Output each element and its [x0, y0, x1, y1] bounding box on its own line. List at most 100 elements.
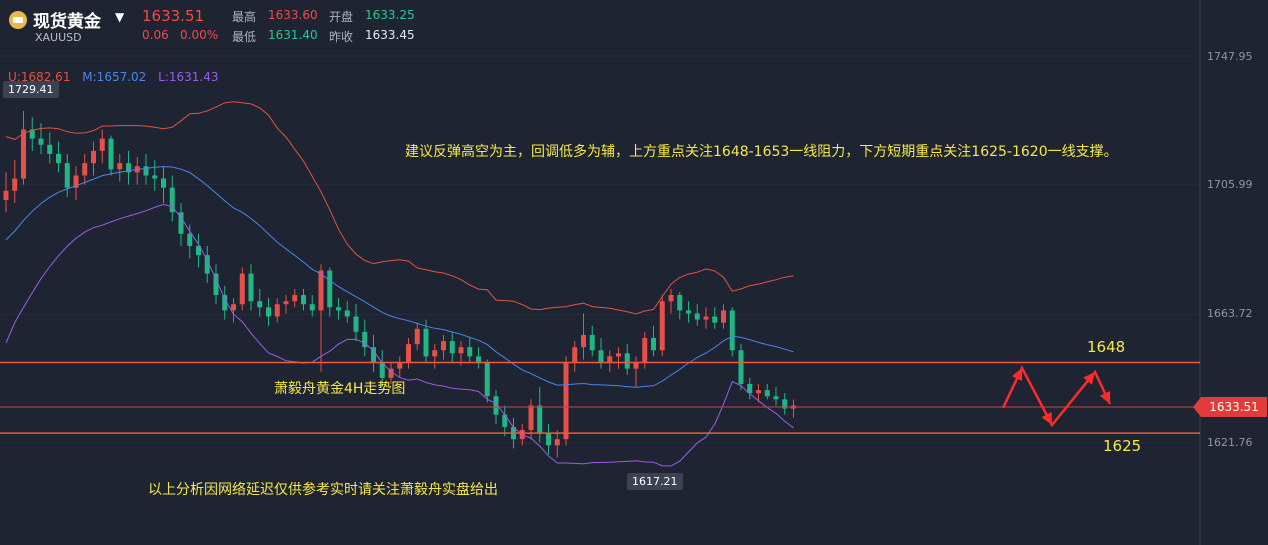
candle-body — [397, 362, 403, 369]
high-value: 1633.60 — [268, 8, 318, 22]
candle-body — [344, 310, 350, 317]
y-tick-label: 1621.76 — [1207, 436, 1253, 449]
current-price-tag: 1633.51 — [1193, 397, 1267, 417]
candle-body — [738, 350, 744, 384]
candle-body — [554, 439, 560, 446]
candle-body — [677, 295, 683, 311]
candle-body — [432, 350, 438, 357]
candle-body — [659, 301, 665, 351]
candle-body — [598, 350, 604, 363]
candle-body — [624, 353, 630, 369]
candle-body — [3, 190, 9, 200]
price-change-percent: 0.00% — [180, 28, 219, 42]
candle-body — [187, 233, 193, 246]
candle-body — [353, 316, 359, 332]
lower-band-value: L:1631.43 — [158, 70, 219, 84]
candle-body — [764, 390, 770, 397]
level-1625-label: 1625 — [1103, 437, 1142, 455]
candle-body — [449, 341, 455, 354]
candle-body — [712, 316, 718, 323]
high-label: 最高 — [232, 10, 257, 24]
disclaimer-note: 以上分析因网络延迟仅供参考实时请关注萧毅舟实盘给出 — [148, 482, 498, 498]
candle-body — [651, 337, 656, 351]
candle-body — [467, 347, 473, 357]
low-value: 1631.40 — [268, 28, 318, 42]
chart-name-note: 萧毅舟黄金4H走势图 — [274, 381, 406, 397]
bollinger-upper-band — [5, 101, 794, 315]
candle-body — [563, 362, 569, 440]
candle-body — [406, 344, 411, 363]
candle-body — [572, 347, 578, 363]
candle-body — [257, 301, 263, 308]
instrument-name[interactable]: 现货黄金 — [33, 7, 101, 32]
candle-body — [327, 270, 333, 308]
level-1648-label: 1648 — [1087, 338, 1126, 356]
chevron-down-icon[interactable]: ▼ — [115, 10, 124, 24]
candle-body — [546, 433, 551, 446]
price-change: 0.06 — [142, 28, 169, 42]
candle-body — [414, 328, 420, 345]
candle-body — [231, 304, 236, 311]
candle-body — [82, 163, 88, 176]
y-tick-label: 1705.99 — [1207, 178, 1253, 191]
strategy-note: 建议反弹高空为主，回调低多为辅，上方重点关注1648-1653一线阻力，下方短期… — [405, 144, 1118, 160]
candle-body — [248, 273, 254, 302]
low-label: 最低 — [232, 30, 257, 44]
candle-body — [721, 310, 726, 323]
open-label: 开盘 — [329, 10, 354, 24]
candle-body — [38, 138, 44, 145]
candle-body — [301, 295, 306, 305]
candle-body — [484, 362, 490, 397]
prev-close-value: 1633.45 — [365, 28, 415, 42]
bollinger-middle-band — [5, 166, 794, 388]
y-tick-label: 1747.95 — [1207, 50, 1253, 63]
candle-body — [152, 175, 158, 179]
open-value: 1633.25 — [365, 8, 415, 22]
candle-body — [729, 310, 735, 351]
candle-body — [607, 356, 613, 363]
candle-body — [12, 178, 18, 191]
candle-body — [686, 310, 691, 314]
candle-body — [266, 307, 271, 317]
middle-band-value: M:1657.02 — [82, 70, 147, 84]
max-price-label: 1729.41 — [3, 81, 59, 98]
candle-body — [537, 405, 543, 434]
last-price: 1633.51 — [142, 7, 205, 25]
candle-body — [108, 138, 114, 170]
gold-coin-icon — [9, 11, 27, 29]
min-price-label: 1617.21 — [627, 473, 683, 490]
bollinger-lower-band — [5, 203, 794, 467]
candle-body — [64, 163, 70, 188]
candle-body — [318, 270, 324, 311]
candle-body — [668, 295, 674, 302]
candle-body — [21, 129, 26, 179]
candle-body — [56, 153, 61, 164]
prev-close-label: 昨收 — [329, 30, 354, 44]
candle-body — [47, 144, 53, 154]
candle-body — [694, 313, 700, 320]
candle-body — [703, 316, 709, 320]
candle-body — [528, 405, 534, 430]
candle-body — [283, 301, 289, 305]
candle-body — [616, 353, 621, 357]
candle-body — [642, 337, 648, 363]
candle-body — [117, 163, 123, 170]
candle-body — [161, 178, 166, 188]
y-tick-label: 1663.72 — [1207, 307, 1253, 320]
candle-body — [336, 307, 341, 311]
instrument-symbol: XAUUSD — [35, 31, 82, 44]
candle-body — [423, 328, 429, 357]
candle-body — [633, 362, 639, 369]
candle-body — [756, 390, 761, 394]
candle-body — [143, 166, 149, 176]
candle-body — [476, 356, 481, 363]
candle-body — [458, 347, 464, 354]
candle-body — [239, 273, 245, 305]
candle-body — [589, 334, 595, 351]
candle-body — [309, 304, 315, 311]
candle-body — [292, 295, 298, 302]
candle-body — [91, 150, 96, 164]
candle-body — [274, 304, 280, 317]
candle-body — [99, 138, 105, 151]
quote-header: 现货黄金 ▼ XAUUSD 1633.51 0.06 0.00% 最高 1633… — [0, 0, 1200, 50]
